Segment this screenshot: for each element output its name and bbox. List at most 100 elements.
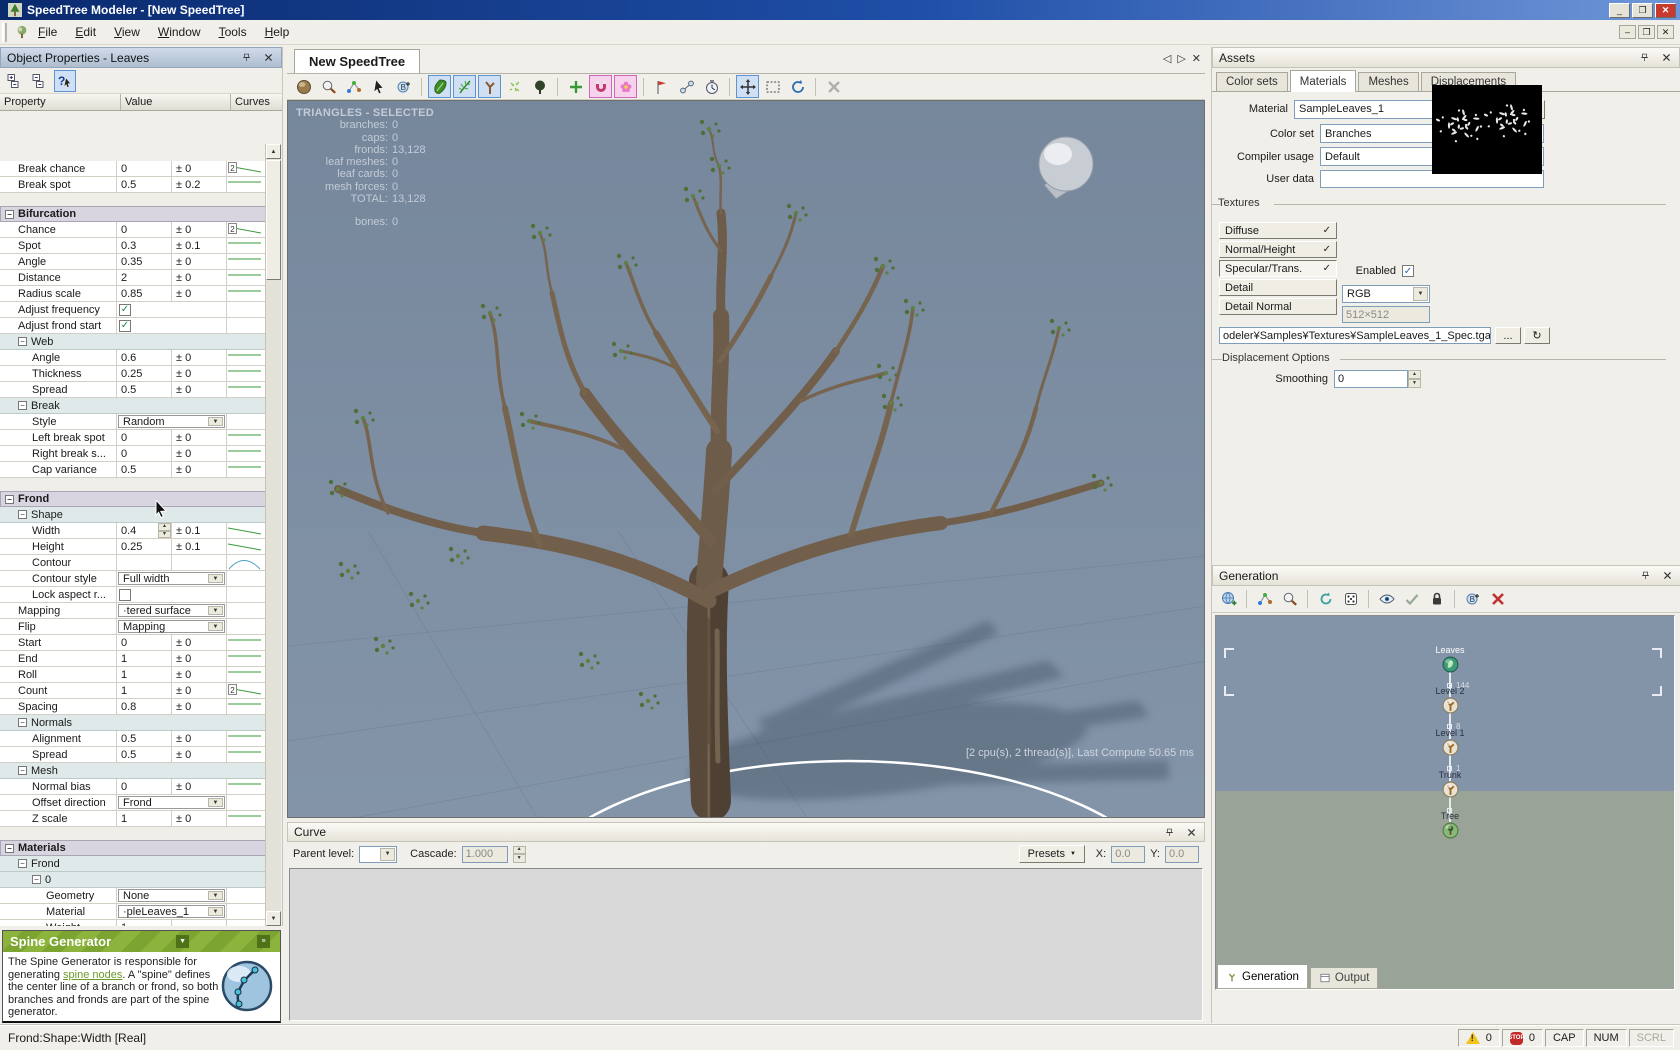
column-property[interactable]: Property (0, 94, 121, 110)
property-row-alignment[interactable]: Alignment0.5± 0 (0, 731, 266, 747)
show-leaves-icon[interactable] (428, 75, 451, 98)
scroll-down-icon[interactable]: ▼ (266, 911, 281, 926)
add-node-icon[interactable] (564, 75, 587, 98)
magnet-icon[interactable] (589, 75, 612, 98)
property-row-start[interactable]: Start0± 0 (0, 635, 266, 651)
pin-icon[interactable] (1638, 569, 1652, 583)
close-tab-icon[interactable]: ✕ (1192, 52, 1201, 65)
expand-all-icon[interactable] (4, 70, 26, 92)
property-row-break-chance[interactable]: Break chance0± 02 (0, 161, 266, 177)
close-panel-icon[interactable] (1659, 51, 1673, 65)
property-row-mapping[interactable]: Mapping·tered surface▼ (0, 603, 266, 619)
property-row-z-scale[interactable]: Z scale1± 0 (0, 811, 266, 827)
tab-generation[interactable]: Generation (1217, 965, 1308, 989)
lock-icon[interactable] (1425, 588, 1448, 611)
link-icon[interactable] (675, 75, 698, 98)
y-input[interactable]: 0.0 (1165, 846, 1199, 863)
close-button[interactable]: ✕ (1655, 3, 1676, 18)
generation-graph-view[interactable]: 14481LeavesLevel 2Level 1TrunkTree (1215, 615, 1675, 990)
group-materials[interactable]: −Materials (0, 840, 266, 856)
subgroup-web[interactable]: −Web (0, 334, 266, 350)
rotate-icon[interactable] (786, 75, 809, 98)
property-row-lock-aspect-r-[interactable]: Lock aspect r... (0, 587, 266, 603)
reload-texture-button[interactable]: ↻ (1524, 327, 1550, 344)
property-row-flip[interactable]: FlipMapping▼ (0, 619, 266, 635)
generator-node-tree[interactable]: Tree (1410, 811, 1490, 839)
dice-icon[interactable] (1339, 588, 1362, 611)
generator-node-level-2[interactable]: Level 2 (1410, 686, 1490, 714)
generator-node-level-1[interactable]: Level 1 (1410, 728, 1490, 756)
texture-button-specular-trans-[interactable]: Specular/Trans.✓ (1219, 260, 1337, 277)
pin-icon[interactable] (1637, 51, 1651, 65)
property-row-angle[interactable]: Angle0.6± 0 (0, 350, 266, 366)
smoothing-input[interactable]: 0 (1334, 370, 1408, 388)
texture-button-diffuse[interactable]: Diffuse✓ (1219, 222, 1337, 239)
property-row-spread[interactable]: Spread0.5± 0 (0, 382, 266, 398)
property-row-cap-variance[interactable]: Cap variance0.5± 0 (0, 462, 266, 478)
marquee-icon[interactable] (761, 75, 784, 98)
tab-meshes[interactable]: Meshes (1358, 72, 1418, 91)
viewport-3d[interactable]: TRIANGLES - SELECTEDbranches:0caps:0fron… (287, 100, 1205, 818)
smoothing-stepper[interactable]: ▲▼ (1408, 370, 1421, 388)
collapse-chevron-icon[interactable]: ▼ (176, 935, 189, 948)
pin-icon[interactable] (1162, 825, 1176, 839)
delete-icon[interactable] (822, 75, 845, 98)
menu-help[interactable]: Help (256, 22, 299, 42)
group-frond[interactable]: −Frond (0, 491, 266, 507)
property-row-radius-scale[interactable]: Radius scale0.85± 0 (0, 286, 266, 302)
group-bifurcation[interactable]: −Bifurcation (0, 206, 266, 222)
column-value[interactable]: Value (121, 94, 231, 110)
property-row-chance[interactable]: Chance0± 02 (0, 222, 266, 238)
menu-window[interactable]: Window (149, 22, 210, 42)
property-row-style[interactable]: StyleRandom▼ (0, 414, 266, 430)
parent-level-select[interactable]: ▼ (359, 846, 397, 863)
tab-output[interactable]: Output (1310, 968, 1379, 989)
property-row-count[interactable]: Count1± 02 (0, 683, 266, 699)
show-branches-icon[interactable] (478, 75, 501, 98)
enabled-checkbox[interactable]: ✓ (1402, 265, 1414, 277)
flag-icon[interactable] (650, 75, 673, 98)
zoom-icon[interactable] (1278, 588, 1301, 611)
close-panel-icon[interactable] (1660, 569, 1674, 583)
prev-tab-icon[interactable]: ◁ (1163, 52, 1171, 65)
eye-icon[interactable] (1375, 588, 1398, 611)
scrollbar-thumb[interactable] (266, 160, 281, 280)
menu-file[interactable]: File (29, 22, 66, 42)
restore-button[interactable]: ❐ (1632, 3, 1653, 18)
scroll-up-icon[interactable]: ▲ (266, 144, 281, 159)
property-row-spread[interactable]: Spread0.5± 0 (0, 747, 266, 763)
mdi-close-button[interactable]: ✕ (1657, 25, 1674, 39)
subgroup-normals[interactable]: −Normals (0, 715, 266, 731)
property-row-material[interactable]: Material·pleLeaves_1▼ (0, 904, 266, 920)
pin-icon[interactable] (239, 51, 253, 65)
subgroup-shape[interactable]: −Shape (0, 507, 266, 523)
minimize-button[interactable]: _ (1609, 3, 1630, 18)
property-row-roll[interactable]: Roll1± 0 (0, 667, 266, 683)
mdi-minimize-button[interactable]: – (1619, 25, 1636, 39)
next-tab-icon[interactable]: ▷ (1177, 52, 1185, 65)
presets-button[interactable]: Presets▼ (1019, 845, 1085, 863)
tab-color-sets[interactable]: Color sets (1216, 72, 1288, 91)
timer-icon[interactable] (700, 75, 723, 98)
node-edit-icon[interactable] (342, 75, 365, 98)
property-row-contour[interactable]: Contour (0, 555, 266, 571)
property-row-adjust-frequency[interactable]: Adjust frequency✓ (0, 302, 266, 318)
render-sphere-icon[interactable] (292, 75, 315, 98)
show-leafmesh-icon[interactable] (503, 75, 526, 98)
menu-tools[interactable]: Tools (210, 22, 256, 42)
subgroup-break[interactable]: −Break (0, 398, 266, 414)
delete-red-icon[interactable] (1486, 588, 1509, 611)
bone-add-icon[interactable]: B (1461, 588, 1484, 611)
property-row-spacing[interactable]: Spacing0.8± 0 (0, 699, 266, 715)
close-panel-icon[interactable] (1184, 825, 1198, 839)
column-curves[interactable]: Curves (231, 94, 266, 110)
move-icon[interactable] (736, 75, 759, 98)
select-cursor-icon[interactable] (367, 75, 390, 98)
curve-edit-area[interactable] (289, 868, 1203, 1021)
bone-add-icon[interactable]: B (392, 75, 415, 98)
texture-path-input[interactable]: odeler¥Samples¥Textures¥SampleLeaves_1_S… (1219, 327, 1491, 344)
property-row-width[interactable]: Width0.4▲▼± 0.1 (0, 523, 266, 539)
whats-this-icon[interactable]: ? (54, 70, 76, 92)
globe-add-icon[interactable] (1217, 588, 1240, 611)
collapse-all-icon[interactable] (29, 70, 51, 92)
